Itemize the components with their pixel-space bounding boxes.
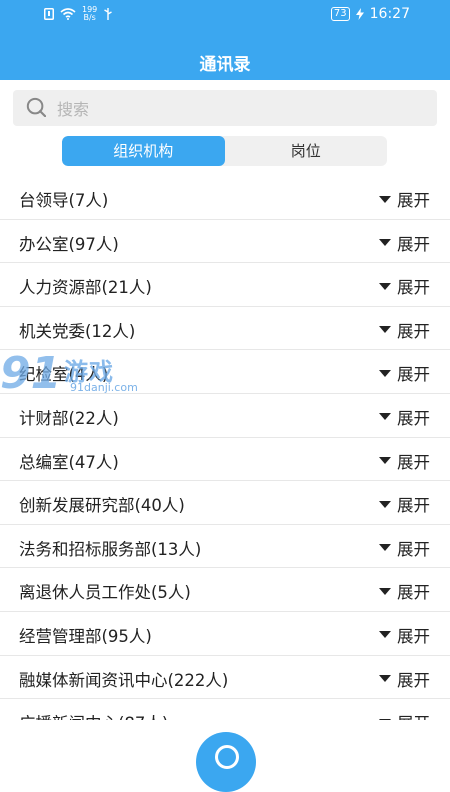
status-time: 16:27 xyxy=(369,6,410,22)
triangle-down-icon xyxy=(379,457,391,465)
department-name: 离退休人员工作处(5人) xyxy=(19,583,191,603)
status-right: 73 16:27 xyxy=(330,6,410,22)
page-title: 通讯录 xyxy=(199,55,251,75)
expand-button[interactable]: 展开 xyxy=(379,361,430,385)
department-name: 法务和招标服务部(13人) xyxy=(19,539,202,559)
list-item[interactable]: 总编室(47人) 展开 xyxy=(0,438,450,482)
expand-button[interactable]: 展开 xyxy=(379,710,430,720)
department-list: 台领导(7人) 展开 办公室(97人) 展开 人力资源部(21人) 展开 机关党… xyxy=(0,176,450,720)
triangle-down-icon xyxy=(379,195,391,203)
list-item[interactable]: 创新发展研究部(40人) 展开 xyxy=(0,481,450,525)
expand-button[interactable]: 展开 xyxy=(379,667,430,691)
search-input[interactable] xyxy=(55,90,429,128)
list-item[interactable]: 计财部(22人) 展开 xyxy=(0,394,450,438)
department-name: 创新发展研究部(40人) xyxy=(19,496,185,516)
expand-button[interactable]: 展开 xyxy=(379,187,430,211)
expand-label: 展开 xyxy=(397,191,430,210)
expand-label: 展开 xyxy=(397,626,430,646)
list-item[interactable]: 纪检室(4人) 展开 xyxy=(0,350,450,394)
department-name: 纪检室(4人) xyxy=(19,365,109,385)
list-item[interactable]: 法务和招标服务部(13人) 展开 xyxy=(0,525,450,569)
charging-icon xyxy=(355,8,364,20)
search-icon xyxy=(26,97,46,117)
expand-label: 展开 xyxy=(397,278,430,298)
list-item[interactable]: 广播新闻中心(87人) 展开 xyxy=(0,699,450,720)
expand-label: 展开 xyxy=(397,452,430,472)
network-speed-unit: B/s xyxy=(83,13,96,22)
triangle-down-icon xyxy=(379,718,391,720)
expand-label: 展开 xyxy=(397,539,430,559)
list-item[interactable]: 台领导(7人) 展开 xyxy=(0,176,450,220)
list-item[interactable]: 经营管理部(95人) 展开 xyxy=(0,612,450,656)
expand-button[interactable]: 展开 xyxy=(379,318,430,342)
floating-action-button[interactable] xyxy=(196,732,256,792)
expand-button[interactable]: 展开 xyxy=(379,623,430,647)
expand-label: 展开 xyxy=(397,496,430,516)
sim-icon xyxy=(44,8,54,20)
triangle-down-icon xyxy=(379,631,391,639)
department-name: 人力资源部(21人) xyxy=(19,278,152,298)
expand-button[interactable]: 展开 xyxy=(379,579,430,603)
triangle-down-icon xyxy=(379,587,391,595)
department-name: 机关党委(12人) xyxy=(19,321,136,341)
app-header: 199 B/s 73 16:27 通讯录 xyxy=(0,0,450,80)
triangle-down-icon xyxy=(379,239,391,247)
triangle-down-icon xyxy=(379,369,391,377)
tab-bar: 组织机构 岗位 xyxy=(62,136,387,166)
expand-label: 展开 xyxy=(397,234,430,254)
department-name: 计财部(22人) xyxy=(19,408,119,428)
expand-button[interactable]: 展开 xyxy=(379,449,430,473)
department-name: 经营管理部(95人) xyxy=(19,626,152,646)
expand-label: 展开 xyxy=(397,408,430,428)
list-item[interactable]: 机关党委(12人) 展开 xyxy=(0,307,450,351)
expand-label: 展开 xyxy=(397,365,430,385)
expand-label: 展开 xyxy=(397,583,430,603)
expand-label: 展开 xyxy=(397,321,430,341)
expand-button[interactable]: 展开 xyxy=(379,492,430,516)
usb-icon xyxy=(104,8,113,20)
tab-position[interactable]: 岗位 xyxy=(225,136,388,166)
department-name: 台领导(7人) xyxy=(19,191,109,210)
status-bar: 199 B/s 73 16:27 xyxy=(0,0,450,30)
expand-label: 展开 xyxy=(397,670,430,690)
department-name: 总编室(47人) xyxy=(19,452,119,472)
expand-button[interactable]: 展开 xyxy=(379,536,430,560)
status-left: 199 B/s xyxy=(44,6,113,22)
battery-icon: 73 xyxy=(330,7,350,21)
wifi-icon xyxy=(60,8,76,20)
list-item[interactable]: 办公室(97人) 展开 xyxy=(0,220,450,264)
list-item[interactable]: 融媒体新闻资讯中心(222人) 展开 xyxy=(0,656,450,700)
department-name: 办公室(97人) xyxy=(19,234,119,254)
list-item[interactable]: 离退休人员工作处(5人) 展开 xyxy=(0,568,450,612)
expand-button[interactable]: 展开 xyxy=(379,231,430,255)
network-speed: 199 B/s xyxy=(82,6,97,22)
expand-label: 展开 xyxy=(397,710,430,720)
list-item[interactable]: 人力资源部(21人) 展开 xyxy=(0,263,450,307)
triangle-down-icon xyxy=(379,282,391,290)
expand-button[interactable]: 展开 xyxy=(379,405,430,429)
triangle-down-icon xyxy=(379,544,391,552)
expand-button[interactable]: 展开 xyxy=(379,274,430,298)
fab-icon xyxy=(215,745,239,769)
department-name: 广播新闻中心(87人) xyxy=(19,710,168,720)
triangle-down-icon xyxy=(379,413,391,421)
triangle-down-icon xyxy=(379,675,391,683)
department-name: 融媒体新闻资讯中心(222人) xyxy=(19,670,229,690)
triangle-down-icon xyxy=(379,326,391,334)
triangle-down-icon xyxy=(379,500,391,508)
search-bar[interactable] xyxy=(13,90,437,128)
tab-organization[interactable]: 组织机构 xyxy=(62,136,225,166)
